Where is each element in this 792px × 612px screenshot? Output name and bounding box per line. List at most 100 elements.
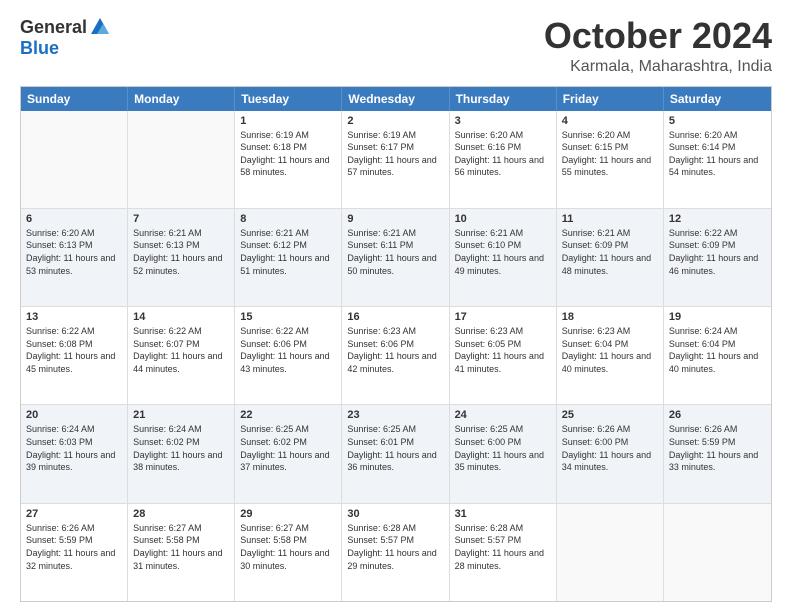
calendar-week: 1 Sunrise: 6:19 AM Sunset: 6:18 PM Daylig… [21, 111, 771, 208]
calendar-week: 13 Sunrise: 6:22 AM Sunset: 6:08 PM Dayli… [21, 306, 771, 404]
day-number: 2 [347, 115, 443, 127]
calendar-cell: 30 Sunrise: 6:28 AM Sunset: 5:57 PM Dayli… [342, 504, 449, 601]
day-info: Sunrise: 6:21 AM Sunset: 6:11 PM Dayligh… [347, 227, 443, 277]
calendar-cell: 19Sunrise: 6:24 AM Sunset: 6:04 PM Dayli… [664, 307, 771, 404]
calendar-header-cell: Thursday [450, 87, 557, 111]
calendar-week: 20 Sunrise: 6:24 AM Sunset: 6:03 PM Dayli… [21, 404, 771, 502]
calendar-cell: 12 Sunrise: 6:22 AM Sunset: 6:09 PM Dayli… [664, 209, 771, 306]
calendar-header-cell: Friday [557, 87, 664, 111]
calendar-header: SundayMondayTuesdayWednesdayThursdayFrid… [21, 87, 771, 111]
calendar-cell: 29 Sunrise: 6:27 AM Sunset: 5:58 PM Dayli… [235, 504, 342, 601]
day-info: Sunrise: 6:27 AM Sunset: 5:58 PM Dayligh… [240, 522, 336, 572]
calendar-cell: 8 Sunrise: 6:21 AM Sunset: 6:12 PM Daylig… [235, 209, 342, 306]
day-number: 31 [455, 508, 551, 520]
day-info: Sunrise: 6:23 AM Sunset: 6:06 PM Dayligh… [347, 325, 443, 375]
day-info: Sunrise: 6:20 AM Sunset: 6:15 PM Dayligh… [562, 129, 658, 179]
calendar-cell: 20 Sunrise: 6:24 AM Sunset: 6:03 PM Dayli… [21, 405, 128, 502]
day-number: 1 [240, 115, 336, 127]
day-info: Sunrise: 6:23 AM Sunset: 6:05 PM Dayligh… [455, 325, 551, 375]
day-number: 11 [562, 213, 658, 225]
calendar-cell: 24 Sunrise: 6:25 AM Sunset: 6:00 PM Dayli… [450, 405, 557, 502]
page: General Blue October 2024 Karmala, Mahar… [0, 0, 792, 612]
day-number: 17 [455, 311, 551, 323]
calendar-cell: 17 Sunrise: 6:23 AM Sunset: 6:05 PM Dayli… [450, 307, 557, 404]
day-number: 23 [347, 409, 443, 421]
day-number: 9 [347, 213, 443, 225]
day-info: Sunrise: 6:28 AM Sunset: 5:57 PM Dayligh… [347, 522, 443, 572]
day-number: 3 [455, 115, 551, 127]
location-title: Karmala, Maharashtra, India [544, 58, 772, 76]
calendar-cell: 18 Sunrise: 6:23 AM Sunset: 6:04 PM Dayli… [557, 307, 664, 404]
calendar-cell: 21Sunrise: 6:24 AM Sunset: 6:02 PM Dayli… [128, 405, 235, 502]
day-number: 24 [455, 409, 551, 421]
calendar-cell: 2Sunrise: 6:19 AM Sunset: 6:17 PM Daylig… [342, 111, 449, 208]
day-info: Sunrise: 6:24 AM Sunset: 6:04 PM Dayligh… [669, 325, 766, 375]
day-info: Sunrise: 6:26 AM Sunset: 5:59 PM Dayligh… [26, 522, 122, 572]
calendar-cell: 16Sunrise: 6:23 AM Sunset: 6:06 PM Dayli… [342, 307, 449, 404]
day-number: 22 [240, 409, 336, 421]
day-number: 28 [133, 508, 229, 520]
calendar-cell [557, 504, 664, 601]
calendar-cell: 11Sunrise: 6:21 AM Sunset: 6:09 PM Dayli… [557, 209, 664, 306]
day-info: Sunrise: 6:25 AM Sunset: 6:00 PM Dayligh… [455, 423, 551, 473]
day-info: Sunrise: 6:19 AM Sunset: 6:18 PM Dayligh… [240, 129, 336, 179]
calendar-cell: 5Sunrise: 6:20 AM Sunset: 6:14 PM Daylig… [664, 111, 771, 208]
calendar-cell: 14 Sunrise: 6:22 AM Sunset: 6:07 PM Dayli… [128, 307, 235, 404]
calendar-header-cell: Monday [128, 87, 235, 111]
day-number: 4 [562, 115, 658, 127]
calendar-cell: 23 Sunrise: 6:25 AM Sunset: 6:01 PM Dayli… [342, 405, 449, 502]
calendar-cell: 26Sunrise: 6:26 AM Sunset: 5:59 PM Dayli… [664, 405, 771, 502]
calendar-cell: 6 Sunrise: 6:20 AM Sunset: 6:13 PM Daylig… [21, 209, 128, 306]
day-number: 13 [26, 311, 122, 323]
day-number: 29 [240, 508, 336, 520]
day-number: 8 [240, 213, 336, 225]
day-info: Sunrise: 6:24 AM Sunset: 6:03 PM Dayligh… [26, 423, 122, 473]
day-info: Sunrise: 6:21 AM Sunset: 6:12 PM Dayligh… [240, 227, 336, 277]
day-number: 27 [26, 508, 122, 520]
calendar-header-cell: Wednesday [342, 87, 449, 111]
calendar-cell: 25 Sunrise: 6:26 AM Sunset: 6:00 PM Dayli… [557, 405, 664, 502]
day-info: Sunrise: 6:22 AM Sunset: 6:08 PM Dayligh… [26, 325, 122, 375]
day-info: Sunrise: 6:25 AM Sunset: 6:01 PM Dayligh… [347, 423, 443, 473]
calendar-header-cell: Tuesday [235, 87, 342, 111]
calendar-cell: 4 Sunrise: 6:20 AM Sunset: 6:15 PM Daylig… [557, 111, 664, 208]
day-number: 10 [455, 213, 551, 225]
day-info: Sunrise: 6:25 AM Sunset: 6:02 PM Dayligh… [240, 423, 336, 473]
day-number: 7 [133, 213, 229, 225]
logo-blue-text: Blue [20, 38, 59, 58]
day-info: Sunrise: 6:26 AM Sunset: 6:00 PM Dayligh… [562, 423, 658, 473]
calendar-cell: 9 Sunrise: 6:21 AM Sunset: 6:11 PM Daylig… [342, 209, 449, 306]
calendar-body: 1 Sunrise: 6:19 AM Sunset: 6:18 PM Daylig… [21, 111, 771, 601]
calendar-cell: 22 Sunrise: 6:25 AM Sunset: 6:02 PM Dayli… [235, 405, 342, 502]
day-number: 6 [26, 213, 122, 225]
calendar-cell: 3 Sunrise: 6:20 AM Sunset: 6:16 PM Daylig… [450, 111, 557, 208]
day-info: Sunrise: 6:22 AM Sunset: 6:09 PM Dayligh… [669, 227, 766, 277]
logo-general-text: General [20, 17, 87, 38]
calendar-week: 6 Sunrise: 6:20 AM Sunset: 6:13 PM Daylig… [21, 208, 771, 306]
day-info: Sunrise: 6:20 AM Sunset: 6:13 PM Dayligh… [26, 227, 122, 277]
day-info: Sunrise: 6:20 AM Sunset: 6:16 PM Dayligh… [455, 129, 551, 179]
header: General Blue October 2024 Karmala, Mahar… [20, 16, 772, 76]
calendar-cell: 10Sunrise: 6:21 AM Sunset: 6:10 PM Dayli… [450, 209, 557, 306]
calendar-cell: 28 Sunrise: 6:27 AM Sunset: 5:58 PM Dayli… [128, 504, 235, 601]
day-number: 20 [26, 409, 122, 421]
calendar-cell: 7 Sunrise: 6:21 AM Sunset: 6:13 PM Daylig… [128, 209, 235, 306]
day-number: 14 [133, 311, 229, 323]
calendar-header-cell: Sunday [21, 87, 128, 111]
day-number: 25 [562, 409, 658, 421]
calendar-cell [21, 111, 128, 208]
day-info: Sunrise: 6:23 AM Sunset: 6:04 PM Dayligh… [562, 325, 658, 375]
day-info: Sunrise: 6:27 AM Sunset: 5:58 PM Dayligh… [133, 522, 229, 572]
calendar-week: 27 Sunrise: 6:26 AM Sunset: 5:59 PM Dayli… [21, 503, 771, 601]
day-info: Sunrise: 6:21 AM Sunset: 6:13 PM Dayligh… [133, 227, 229, 277]
calendar-cell: 27 Sunrise: 6:26 AM Sunset: 5:59 PM Dayli… [21, 504, 128, 601]
day-info: Sunrise: 6:22 AM Sunset: 6:07 PM Dayligh… [133, 325, 229, 375]
day-number: 12 [669, 213, 766, 225]
day-number: 21 [133, 409, 229, 421]
day-number: 18 [562, 311, 658, 323]
title-block: October 2024 Karmala, Maharashtra, India [544, 16, 772, 76]
calendar-header-cell: Saturday [664, 87, 771, 111]
day-info: Sunrise: 6:28 AM Sunset: 5:57 PM Dayligh… [455, 522, 551, 572]
day-number: 30 [347, 508, 443, 520]
calendar-cell [128, 111, 235, 208]
